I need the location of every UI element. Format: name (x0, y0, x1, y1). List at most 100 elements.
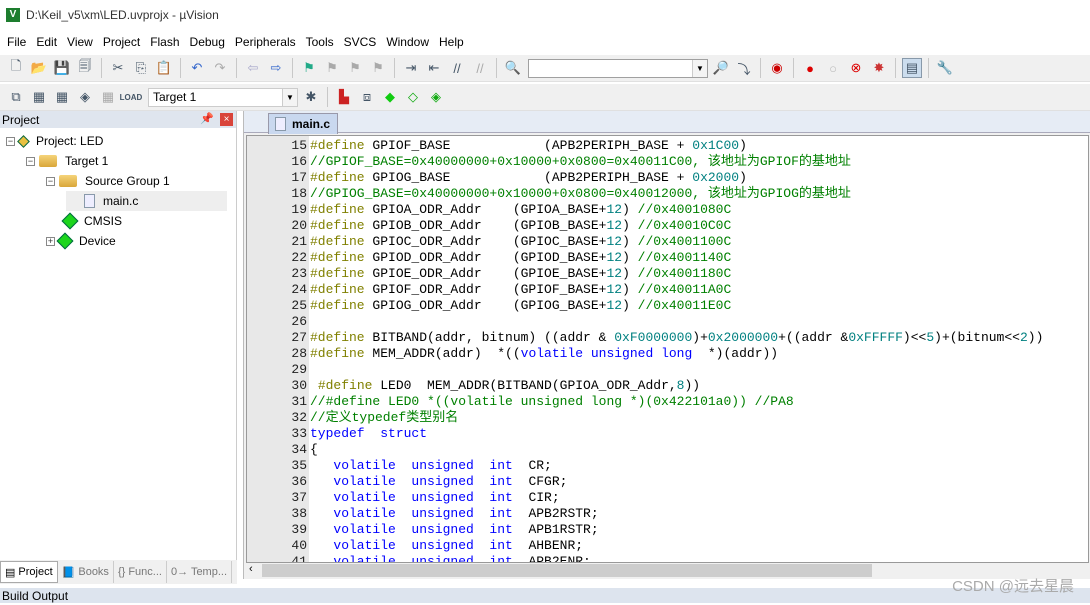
redo-icon[interactable]: ↷ (210, 58, 230, 78)
indent-icon[interactable]: ⇥ (401, 58, 421, 78)
line-number: 20 (291, 218, 307, 233)
wrench-icon[interactable]: 🔧 (935, 58, 955, 78)
translate-icon[interactable]: ⧉ (6, 87, 26, 107)
menu-tools[interactable]: Tools (301, 35, 339, 49)
menu-edit[interactable]: Edit (31, 35, 62, 49)
menu-window[interactable]: Window (381, 35, 434, 49)
batch-build-icon[interactable]: ◈ (75, 87, 95, 107)
tree-item-target-1[interactable]: − Target 1 (26, 151, 108, 171)
menu-peripherals[interactable]: Peripherals (230, 35, 301, 49)
uncomment-icon[interactable]: // (470, 58, 490, 78)
tree-item-main-c[interactable]: main.c (66, 191, 227, 211)
code-token: *)(addr)) (692, 346, 779, 361)
find-icon[interactable]: 🔎 (711, 58, 731, 78)
tree-item-label: Source Group 1 (85, 174, 170, 188)
nav-forward-icon[interactable]: ⇨ (266, 58, 286, 78)
line-number: 26 (291, 314, 307, 329)
tree-item-device[interactable]: + Device (46, 231, 116, 251)
line-number: 24 (291, 282, 307, 297)
chevron-down-icon: ▼ (282, 88, 297, 106)
disable-all-breakpoints-icon[interactable]: ⊗ (846, 58, 866, 78)
window-layout-icon[interactable]: ▤ (902, 58, 922, 78)
code-token: 12 (606, 202, 623, 217)
code-token: volatile unsigned int (333, 474, 513, 489)
line-number: 39 (291, 522, 307, 537)
panel-tab-project[interactable]: ▤ Project (0, 561, 58, 583)
menu-debug[interactable]: Debug (185, 35, 230, 49)
pack-update-icon[interactable]: ◈ (426, 87, 446, 107)
new-file-icon[interactable]: 🗋 (6, 58, 26, 78)
file-icon (84, 194, 95, 208)
unindent-icon[interactable]: ⇤ (424, 58, 444, 78)
menu-flash[interactable]: Flash (145, 35, 184, 49)
download-icon[interactable]: LOAD (120, 87, 143, 107)
menu-view[interactable]: View (62, 35, 98, 49)
code-token: ) (622, 202, 638, 217)
bookmark-icon[interactable]: ⚑ (299, 58, 319, 78)
code-token: #define (310, 202, 365, 217)
cut-icon[interactable]: ✂ (108, 58, 128, 78)
menu-project[interactable]: Project (98, 35, 145, 49)
find-in-files-icon[interactable]: 🔍 (503, 58, 523, 78)
folder-icon (59, 175, 77, 187)
clear-bookmarks-icon[interactable]: ⚑ (368, 58, 388, 78)
nav-back-icon[interactable]: ⇦ (243, 58, 263, 78)
pack-installer-icon[interactable]: ◇ (403, 87, 423, 107)
menu-svcs[interactable]: SVCS (339, 35, 382, 49)
manage-project-icon[interactable]: ▙ (334, 87, 354, 107)
copy-icon[interactable]: ⎘ (131, 58, 151, 78)
code-token: AHBENR; (512, 538, 584, 553)
panel-tab-functions[interactable]: {} Func... (114, 561, 167, 583)
target-select[interactable]: Target 1 ▼ (148, 87, 298, 107)
find-combo[interactable]: ▼ (528, 58, 708, 78)
code-token: //0x40011A0C (637, 282, 732, 297)
menu-help[interactable]: Help (434, 35, 469, 49)
breakpoint-icon[interactable]: ● (800, 58, 820, 78)
code-line: 32//定义typedef类型别名 (247, 410, 458, 426)
expand-icon[interactable]: + (46, 236, 55, 246)
collapse-icon[interactable]: − (26, 156, 35, 166)
menu-file[interactable]: File (2, 35, 31, 49)
disable-breakpoint-icon[interactable]: ○ (823, 58, 843, 78)
target-options-icon[interactable]: ✱ (301, 87, 321, 107)
line-number: 37 (291, 490, 307, 505)
comment-icon[interactable]: // (447, 58, 467, 78)
manage-rte-icon[interactable]: ◆ (380, 87, 400, 107)
code-editor[interactable]: 15 #define GPIOF_BASE (APB2PERIPH_BASE + … (246, 135, 1089, 563)
panel-tab-templates[interactable]: 0→ Temp... (167, 561, 233, 583)
collapse-icon[interactable]: − (6, 136, 15, 146)
paste-icon[interactable]: 📋 (154, 58, 174, 78)
code-token: ) (739, 170, 747, 185)
target-select-value: Target 1 (153, 90, 197, 104)
tree-item-source-group-1[interactable]: − Source Group 1 (46, 171, 170, 191)
code-token: #define (310, 250, 365, 265)
incremental-find-icon[interactable]: ⤵ (734, 58, 754, 78)
panel-tab-books[interactable]: 📘 Books (58, 561, 114, 583)
tree-item-cmsis[interactable]: CMSIS (46, 211, 122, 231)
rebuild-icon[interactable]: ▦ (52, 87, 72, 107)
tab-main-c[interactable]: main.c (268, 113, 338, 134)
collapse-icon[interactable]: − (46, 176, 55, 186)
code-line: 35 volatile unsigned int CR; (247, 458, 551, 474)
code-token: //0x40010C0C (637, 218, 732, 233)
next-bookmark-icon[interactable]: ⚑ (345, 58, 365, 78)
select-packs-icon[interactable]: ⧈ (357, 87, 377, 107)
build-icon[interactable]: ▦ (29, 87, 49, 107)
undo-icon[interactable]: ↶ (187, 58, 207, 78)
prev-bookmark-icon[interactable]: ⚑ (322, 58, 342, 78)
tree-item-project-led[interactable]: − Project: LED (6, 131, 103, 151)
save-all-icon[interactable]: 🗐 (75, 58, 95, 78)
stop-build-icon[interactable]: ▦ (98, 87, 118, 107)
open-folder-icon[interactable]: 📂 (29, 58, 49, 78)
code-token: CIR; (512, 490, 560, 505)
code-token: #define (317, 378, 373, 393)
kill-breakpoints-icon[interactable]: ✸ (869, 58, 889, 78)
scrollbar-thumb[interactable] (262, 564, 872, 577)
debug-session-icon[interactable]: ◉ (767, 58, 787, 78)
pin-icon[interactable]: 📌 (200, 112, 214, 125)
close-icon[interactable]: × (220, 113, 233, 126)
code-token: #define (310, 330, 365, 345)
scroll-left-icon[interactable]: ‹ (249, 563, 253, 575)
save-icon[interactable]: 💾 (52, 58, 72, 78)
